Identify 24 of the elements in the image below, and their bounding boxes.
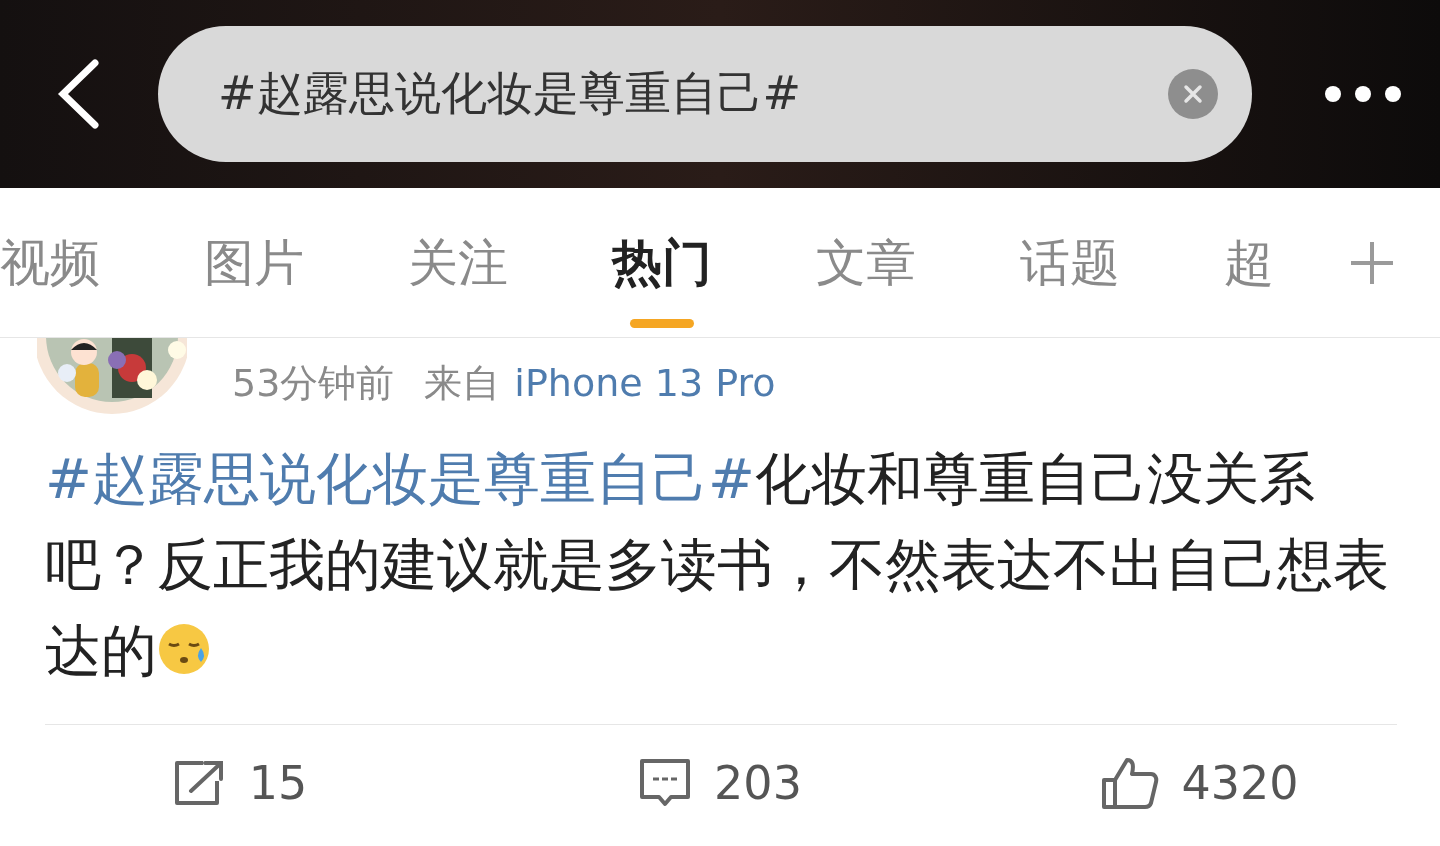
tab[interactable]: 话题 — [1020, 188, 1120, 337]
thumbs-up-icon[interactable] — [1101, 755, 1160, 810]
sweat-emoji-icon — [157, 622, 211, 676]
post-time: 53分钟前 — [232, 359, 395, 407]
tab[interactable]: 超 — [1224, 188, 1274, 337]
add-icon[interactable] — [1349, 239, 1395, 286]
more-icon[interactable] — [1324, 84, 1402, 104]
post-text: #赵露思说化妆是尊重自己#化妆和尊重自己没关系吧？反正我的建议就是多读书，不然表达不出自己想表达的 — [45, 445, 1390, 685]
like-count: 4320 — [1181, 755, 1299, 810]
device-link[interactable]: iPhone 13 Pro — [514, 361, 776, 405]
active-tab-indicator — [630, 319, 694, 328]
source-label: 来自 — [424, 359, 501, 407]
back-icon[interactable] — [55, 59, 101, 129]
tab[interactable]: 图片 — [204, 188, 304, 337]
repost-count: 15 — [248, 755, 308, 810]
comment-icon[interactable] — [638, 756, 693, 809]
tab[interactable]: 文章 — [816, 188, 916, 337]
tab[interactable]: 热门 — [612, 188, 712, 337]
hashtag-link[interactable]: #赵露思说化妆是尊重自己# — [45, 446, 755, 511]
clear-icon[interactable] — [1168, 69, 1218, 119]
comment-count: 203 — [714, 755, 802, 810]
search-field[interactable]: #赵露思说化妆是尊重自己# — [158, 26, 1252, 162]
tab[interactable]: 关注 — [408, 188, 508, 337]
tab[interactable]: 视频 — [0, 188, 100, 337]
